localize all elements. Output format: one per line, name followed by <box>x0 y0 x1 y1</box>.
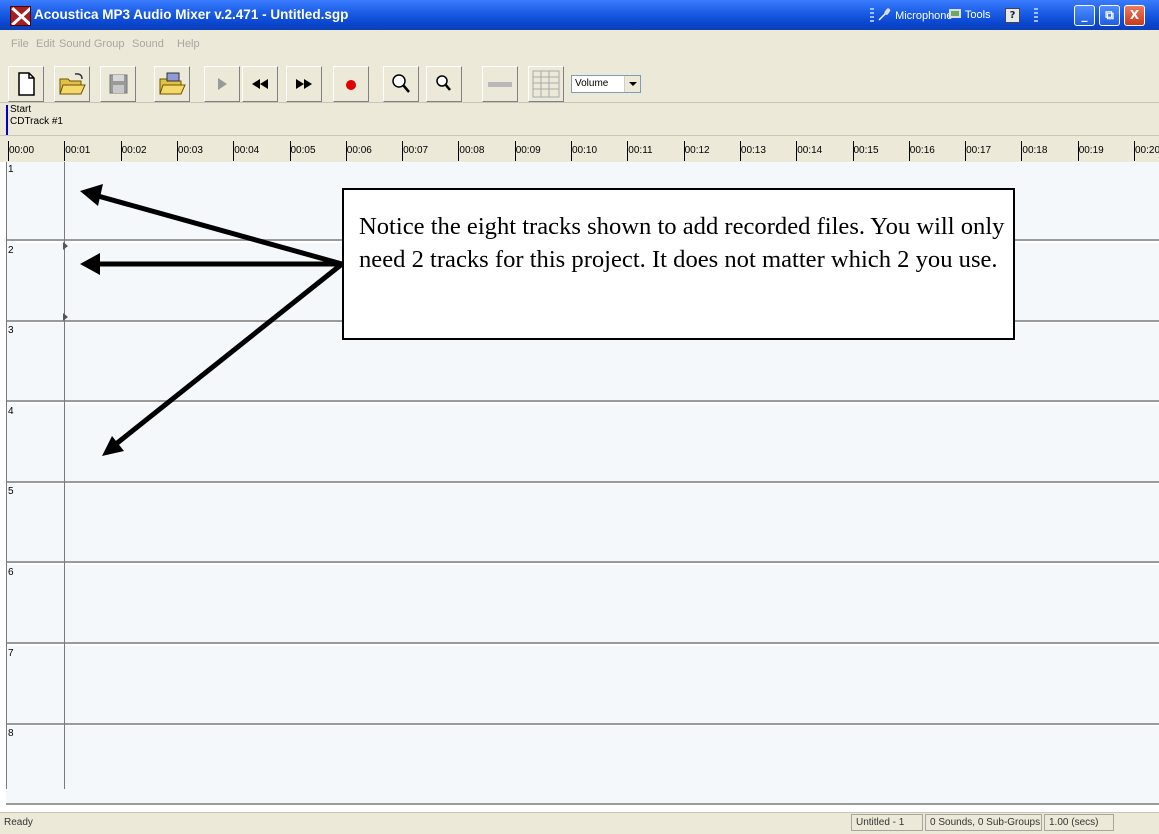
ruler-tick-label: 00:14 <box>797 145 823 156</box>
ruler-tick-label: 00:05 <box>290 145 316 156</box>
new-file-icon <box>18 72 35 96</box>
track-number: 3 <box>8 325 14 337</box>
menu-help[interactable]: Help <box>177 38 200 50</box>
menu-bar <box>0 30 1159 52</box>
ruler-tick-label: 00:08 <box>459 145 485 156</box>
marker-arrow-icon <box>63 313 68 321</box>
restore-button[interactable]: ⧉ <box>1099 5 1120 26</box>
ruler-tick-label: 00:17 <box>966 145 992 156</box>
status-document: Untitled - 1 <box>851 814 923 831</box>
callout-box: Notice the eight tracks shown to add rec… <box>342 188 1015 340</box>
start-label: Start <box>10 104 32 115</box>
grid-icon <box>532 70 560 98</box>
play-button[interactable] <box>204 66 240 102</box>
tools-button[interactable]: Tools <box>949 8 991 21</box>
save-disk-icon <box>109 74 128 94</box>
volume-select[interactable]: Volume <box>571 75 641 93</box>
ruler-tick-label: 00:03 <box>177 145 203 156</box>
ruler-tick-label: 00:09 <box>515 145 541 156</box>
ruler-tick-label: 00:00 <box>9 145 35 156</box>
track-number: 5 <box>8 486 14 498</box>
zoom-in-icon <box>392 74 410 93</box>
marker-arrow-icon <box>63 242 68 250</box>
track-number: 7 <box>8 647 14 659</box>
volume-select-value: Volume <box>575 78 609 89</box>
menu-edit[interactable]: Edit <box>36 38 55 50</box>
save-button[interactable] <box>100 66 136 102</box>
chevron-down-icon[interactable] <box>624 76 640 92</box>
tools-label: Tools <box>964 9 991 21</box>
track-row[interactable] <box>6 645 1159 725</box>
callout-text: Notice the eight tracks shown to add rec… <box>359 213 1005 273</box>
fast-forward-icon <box>296 79 312 89</box>
zoom-in-button[interactable] <box>383 66 419 102</box>
start-marker[interactable] <box>6 105 8 135</box>
menu-file[interactable]: File <box>11 38 29 50</box>
open-folder-icon <box>59 73 86 95</box>
ruler-tick-label: 00:06 <box>346 145 372 156</box>
grid-button[interactable] <box>528 66 564 102</box>
track-number: 6 <box>8 567 14 578</box>
microphone-icon <box>878 8 891 21</box>
playhead-line[interactable] <box>64 162 65 789</box>
zoom-out-icon <box>436 75 451 91</box>
ruler-tick-label: 00:19 <box>1078 145 1104 156</box>
ruler-tick-label: 00:07 <box>403 145 429 156</box>
track-number: 1 <box>8 164 14 175</box>
track-row[interactable] <box>6 403 1159 483</box>
help-question-icon[interactable]: ? <box>1005 8 1020 23</box>
menu-sound-group[interactable]: Sound Group <box>59 38 124 50</box>
close-icon: X <box>1129 8 1140 22</box>
status-sounds: 0 Sounds, 0 Sub-Groups <box>925 814 1042 831</box>
ruler-tick-label: 00:15 <box>853 145 879 156</box>
new-file-button[interactable] <box>8 66 44 102</box>
open-sound-folder-icon <box>159 72 186 95</box>
app-logo-icon[interactable] <box>10 6 31 26</box>
track-number: 4 <box>8 405 14 417</box>
ruler-tick-label: 00:02 <box>121 145 147 156</box>
tools-icon <box>949 9 961 18</box>
track-number: 8 <box>8 728 14 740</box>
ruler-tick-label: 00:12 <box>684 145 710 156</box>
track-row[interactable] <box>6 484 1159 564</box>
cd-track-label: CDTrack #1 <box>10 116 63 127</box>
play-icon <box>218 78 227 90</box>
track-row[interactable] <box>6 565 1159 644</box>
rewind-icon <box>252 79 268 89</box>
ruler-tick-label: 00:13 <box>740 145 766 156</box>
rewind-button[interactable] <box>242 66 278 102</box>
toolbar-grip-icon[interactable] <box>870 8 874 22</box>
status-duration: 1.00 (secs) <box>1044 814 1114 831</box>
ruler-tick-label: 00:16 <box>909 145 935 156</box>
ruler-tick-label: 00:11 <box>628 145 653 156</box>
menu-sound[interactable]: Sound <box>132 38 164 50</box>
track-number: 2 <box>8 244 14 256</box>
record-icon <box>346 80 356 90</box>
ruler-tick-label: 00:10 <box>572 145 598 156</box>
open-sound-button[interactable] <box>154 66 190 102</box>
ruler-tick-label: 00:01 <box>65 145 91 156</box>
ruler-tick-label: 00:20 <box>1135 145 1159 156</box>
minimize-button[interactable]: _ <box>1074 5 1095 26</box>
window-title: Acoustica MP3 Audio Mixer v.2.471 - Unti… <box>34 7 349 22</box>
toolbar-grip-icon[interactable] <box>1034 8 1038 22</box>
track-row[interactable] <box>6 726 1159 806</box>
fast-forward-button[interactable] <box>286 66 322 102</box>
volume-bar-button[interactable] <box>482 66 518 102</box>
microphone-button[interactable]: Microphone <box>878 8 953 22</box>
microphone-label: Microphone <box>895 10 953 22</box>
restore-icon: ⧉ <box>1105 8 1114 22</box>
close-button[interactable]: X <box>1124 5 1145 26</box>
status-text: Ready <box>4 817 33 828</box>
volume-bar-icon <box>488 82 512 87</box>
minimize-icon: _ <box>1081 8 1088 22</box>
record-button[interactable] <box>333 66 369 102</box>
info-strip <box>0 102 1159 137</box>
tracks-left-border <box>6 162 7 789</box>
zoom-out-button[interactable] <box>426 66 462 102</box>
ruler-tick-label: 00:04 <box>234 145 260 156</box>
ruler-tick-label: 00:18 <box>1022 145 1048 156</box>
open-folder-button[interactable] <box>54 66 90 102</box>
